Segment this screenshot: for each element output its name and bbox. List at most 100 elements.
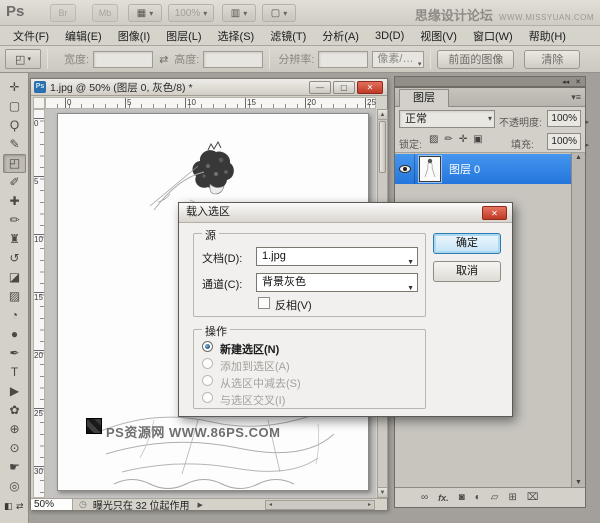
close-button[interactable]: ✕ [357,81,383,94]
new-selection-radio[interactable] [202,341,213,352]
minimize-button[interactable]: — [309,81,331,94]
crop-tool[interactable]: ◰ [3,154,26,173]
status-zoom-field[interactable]: 50% [31,499,73,510]
intersect-selection-radio[interactable] [202,392,213,403]
opacity-flyout-icon[interactable]: ▸ [585,115,589,130]
path-selection-tool[interactable]: ▶ [3,382,26,401]
lasso-tool[interactable]: Ϙ [3,116,26,135]
panel-scrollbar[interactable]: ▲ ▼ [571,153,585,487]
dialog-title-bar[interactable]: 载入选区 ✕ [179,203,512,223]
menu-window[interactable]: 窗口(W) [466,26,520,46]
scroll-up-icon[interactable]: ▲ [575,154,582,161]
arrange-documents-button[interactable]: ▥ ▾ [222,4,256,22]
custom-shape-tool[interactable]: ✿ [3,401,26,420]
view-extras-button[interactable]: ▦ ▾ [128,4,162,22]
lock-paint-icon[interactable]: ✏ [444,134,452,145]
panel-menu-icon[interactable]: ▾≡ [571,92,581,103]
menu-3d[interactable]: 3D(D) [368,28,411,44]
clear-button[interactable]: 清除 [524,50,580,69]
resolution-unit-select[interactable]: 像素/… ▾ [372,51,424,68]
document-select[interactable]: 1.jpg ▼ [256,247,418,266]
lock-all-icon[interactable]: ▣ [473,134,482,145]
close-dock-icon[interactable]: ✕ [575,78,581,86]
resolution-input[interactable] [318,51,368,68]
front-image-button[interactable]: 前面的图像 [437,50,514,69]
lock-move-icon[interactable]: ✛ [459,134,467,145]
spot-healing-brush-tool[interactable]: ✚ [3,192,26,211]
history-brush-tool[interactable]: ↺ [3,249,26,268]
scrollbar-thumb[interactable] [379,121,386,173]
zoom-level-button[interactable]: 100% ▾ [168,4,214,22]
tool-preset-picker[interactable]: ◰ ▾ [5,49,41,69]
tab-layers[interactable]: 图层 [399,89,449,107]
channel-select[interactable]: 背景灰色 ▼ [256,273,418,292]
brush-tool[interactable]: ✏ [3,211,26,230]
width-input[interactable] [93,51,153,68]
document-title-bar[interactable]: Ps 1.jpg @ 50% (图层 0, 灰色/8) * — ▢ ✕ [31,79,387,96]
swap-dimensions-icon[interactable]: ⇄ [159,53,168,66]
delete-layer-icon[interactable]: ⌧ [527,492,539,503]
rectangular-marquee-tool[interactable]: ▢ [3,97,26,116]
scroll-right-icon[interactable]: ▸ [365,501,374,509]
layer-style-icon[interactable]: fx. [438,493,449,503]
status-flyout-icon[interactable]: ▶ [198,501,203,509]
layer-row[interactable]: 图层 0 [395,154,571,184]
menu-select[interactable]: 选择(S) [211,26,262,46]
layer-thumbnail[interactable] [419,156,441,182]
hand-tool[interactable]: ☛ [3,458,26,477]
quick-selection-tool[interactable]: ✎ [3,135,26,154]
eyedropper-tool[interactable]: ✐ [3,173,26,192]
menu-edit[interactable]: 编辑(E) [58,26,109,46]
ok-button[interactable]: 确定 [433,233,501,254]
3d-orbit-tool[interactable]: ⊙ [3,439,26,458]
zoom-tool[interactable]: ◎ [3,477,26,496]
menu-analysis[interactable]: 分析(A) [315,26,366,46]
invert-checkbox[interactable] [258,297,270,309]
move-tool[interactable]: ✛ [3,78,26,97]
menu-view[interactable]: 视图(V) [413,26,464,46]
new-layer-icon[interactable]: ⊞ [508,492,516,503]
opacity-value[interactable]: 100% ▸ [547,110,581,127]
fill-value[interactable]: 100% ▸ [547,133,581,150]
cancel-button[interactable]: 取消 [433,261,501,282]
fill-flyout-icon[interactable]: ▸ [585,138,589,153]
new-group-icon[interactable]: ▱ [491,492,499,503]
scroll-down-icon[interactable]: ▼ [378,487,387,497]
dodge-tool[interactable]: ● [3,325,26,344]
screen-mode-button[interactable]: ▢ ▾ [262,4,296,22]
3d-rotate-tool[interactable]: ⊕ [3,420,26,439]
scroll-up-icon[interactable]: ▲ [378,110,387,120]
subtract-from-selection-radio[interactable] [202,375,213,386]
clone-stamp-tool[interactable]: ♜ [3,230,26,249]
visibility-cell[interactable] [395,154,415,184]
menu-image[interactable]: 图像(I) [111,26,157,46]
blend-mode-select[interactable]: 正常 ▾ [399,110,495,128]
menu-file[interactable]: 文件(F) [6,26,56,46]
switch-colors-icon[interactable]: ⇄ [16,501,24,512]
horizontal-scrollbar[interactable]: ◂ ▸ [265,500,375,510]
default-colors-icon[interactable]: ◧ [4,501,13,512]
bridge-icon[interactable]: Br [50,4,76,22]
scroll-left-icon[interactable]: ◂ [266,501,275,509]
adjustment-layer-icon[interactable]: ◐ [475,492,481,503]
dialog-close-icon[interactable]: ✕ [482,206,507,220]
menu-layer[interactable]: 图层(L) [159,26,208,46]
eye-icon[interactable] [399,165,411,173]
link-layers-icon[interactable]: ∞ [421,492,428,503]
maximize-button[interactable]: ▢ [333,81,355,94]
layer-mask-icon[interactable]: ◙ [459,492,465,503]
gradient-tool[interactable]: ▨ [3,287,26,306]
add-to-selection-radio[interactable] [202,358,213,369]
layer-name[interactable]: 图层 0 [449,161,480,177]
height-input[interactable] [203,51,263,68]
menu-help[interactable]: 帮助(H) [522,26,573,46]
mini-bridge-icon[interactable]: Mb [92,4,118,22]
type-tool[interactable]: T [3,363,26,382]
eraser-tool[interactable]: ◪ [3,268,26,287]
lock-transparent-icon[interactable]: ▨ [429,134,438,145]
menu-filter[interactable]: 滤镜(T) [263,26,313,46]
scroll-down-icon[interactable]: ▼ [575,479,582,486]
collapse-dock-icon[interactable]: ◂◂ [562,78,569,86]
pen-tool[interactable]: ✒ [3,344,26,363]
blur-tool[interactable]: ◔ [3,306,26,325]
